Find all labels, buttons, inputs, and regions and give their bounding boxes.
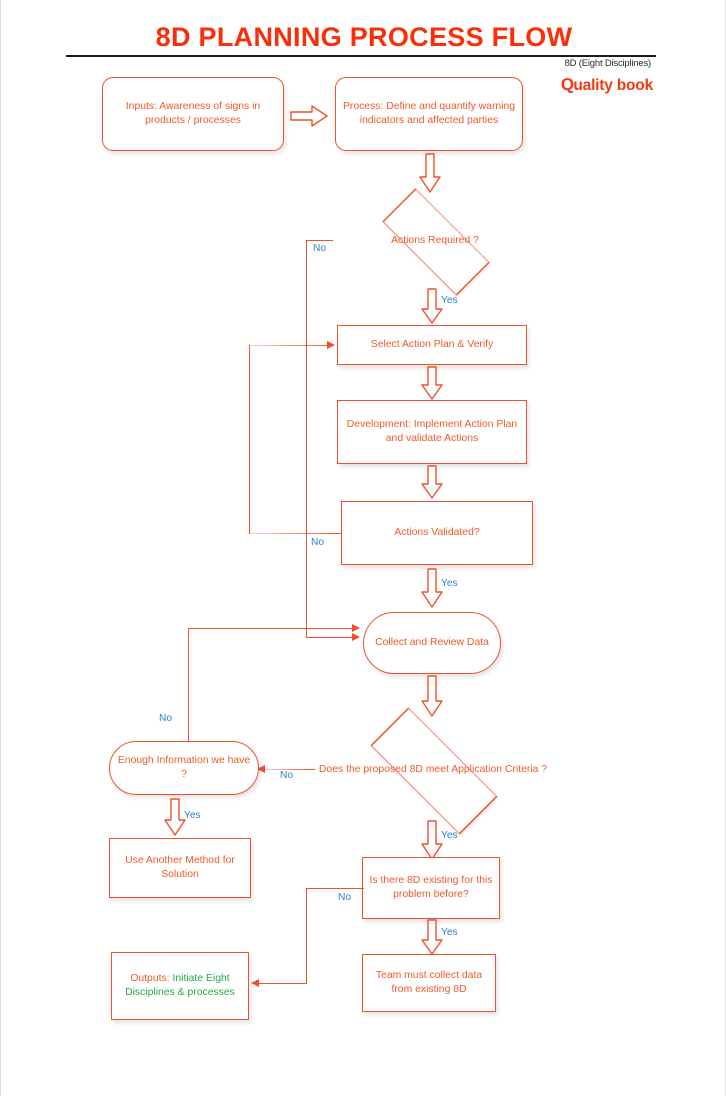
label-criteria-yes: Yes [441, 830, 458, 841]
arrowhead-existing-no [251, 979, 259, 987]
node-process-label: Process: Define and quantify warning ind… [342, 100, 516, 127]
arrowhead-actions-required-no [352, 633, 360, 641]
node-select-action-plan[interactable]: Select Action Plan & Verify [337, 325, 527, 365]
edge-enough-info-no-vertical [188, 628, 190, 742]
edge-actions-required-no-vertical [306, 240, 308, 638]
brand-q-icon: Q [560, 74, 576, 95]
arrow-validated-yes-to-collect [421, 568, 443, 608]
arrowhead-actions-validated-no [327, 341, 335, 349]
node-enough-information-label: Enough Information we have ? [117, 754, 251, 781]
arrow-inputs-to-process [290, 105, 328, 127]
node-process[interactable]: Process: Define and quantify warning ind… [335, 77, 523, 151]
label-existing-yes: Yes [441, 927, 458, 938]
label-actions-required-yes: Yes [441, 295, 458, 306]
label-enough-info-yes: Yes [184, 810, 201, 821]
edge-actions-validated-no-vertical [249, 345, 251, 534]
brand-text: uality book [573, 77, 653, 94]
page-title: 8D PLANNING PROCESS FLOW [155, 22, 573, 52]
node-actions-required[interactable]: Actions Required ? [331, 188, 539, 296]
title-divider [66, 55, 656, 57]
node-development[interactable]: Development: Implement Action Plan and v… [337, 400, 527, 464]
node-actions-validated-label: Actions Validated? [394, 526, 480, 538]
node-outputs[interactable]: Outputs: Initiate Eight Disciplines & pr… [111, 952, 249, 1020]
arrow-select-to-development [421, 366, 443, 400]
label-existing-no: No [338, 892, 352, 903]
label-actions-required-no: No [313, 243, 327, 254]
node-team-collect-label: Team must collect data from existing 8D [375, 969, 483, 996]
node-outputs-text: Outputs: Initiate Eight Disciplines & pr… [117, 972, 243, 1001]
arrowhead-enough-info-no [352, 624, 360, 632]
edge-existing-no-vertical [306, 888, 308, 984]
node-enough-information[interactable]: Enough Information we have ? [109, 741, 259, 795]
node-existing-8d[interactable]: Is there 8D existing for this problem be… [362, 857, 500, 919]
arrow-collect-to-criteria [421, 675, 443, 717]
flowchart-page: 8D PLANNING PROCESS FLOW 8D (Eight Disci… [0, 0, 726, 1096]
node-existing-8d-label: Is there 8D existing for this problem be… [369, 874, 493, 901]
node-collect-review-data-label: Collect and Review Data [375, 636, 489, 648]
label-actions-validated-yes: Yes [441, 578, 458, 589]
arrow-development-to-validated [421, 465, 443, 499]
edge-actions-validated-no-horizontal [249, 533, 341, 535]
node-meets-criteria[interactable]: Does the proposed 8D meet Application Cr… [309, 707, 557, 835]
node-select-action-plan-label: Select Action Plan & Verify [370, 338, 494, 350]
edge-existing-no-horizontal [306, 888, 364, 890]
label-criteria-no: No [280, 770, 294, 781]
arrow-existing-yes [421, 919, 443, 955]
subtitle-note: 8D (Eight Disciplines) [564, 58, 652, 69]
node-meets-criteria-label: Does the proposed 8D meet Application Cr… [318, 763, 548, 775]
node-collect-review-data[interactable]: Collect and Review Data [363, 612, 501, 674]
arrow-process-to-actions-required [419, 153, 441, 193]
node-another-method-label: Use Another Method for Solution [125, 854, 235, 881]
node-outputs-prefix: Outputs: [130, 972, 173, 984]
node-another-method[interactable]: Use Another Method for Solution [109, 838, 251, 898]
label-actions-validated-no: No [311, 537, 325, 548]
arrow-enough-info-yes [164, 798, 186, 836]
edge-actions-required-no-into-collect [306, 637, 358, 639]
label-enough-info-no: No [159, 713, 173, 724]
node-development-label: Development: Implement Action Plan and v… [346, 418, 518, 445]
node-inputs-label: Inputs: Awareness of signs in products /… [125, 100, 261, 127]
node-actions-required-label: Actions Required ? [391, 234, 479, 246]
edge-existing-no-into-outputs [259, 983, 307, 985]
edge-enough-info-no-horizontal [188, 628, 358, 630]
node-team-collect[interactable]: Team must collect data from existing 8D [362, 954, 496, 1012]
edge-actions-required-no-horizontal [306, 240, 333, 242]
node-inputs[interactable]: Inputs: Awareness of signs in products /… [102, 77, 284, 151]
arrow-actions-required-yes [421, 288, 443, 324]
edge-actions-validated-no-into-select [249, 345, 333, 347]
node-actions-validated[interactable]: Actions Validated? [341, 501, 533, 565]
arrow-criteria-yes [421, 820, 443, 860]
